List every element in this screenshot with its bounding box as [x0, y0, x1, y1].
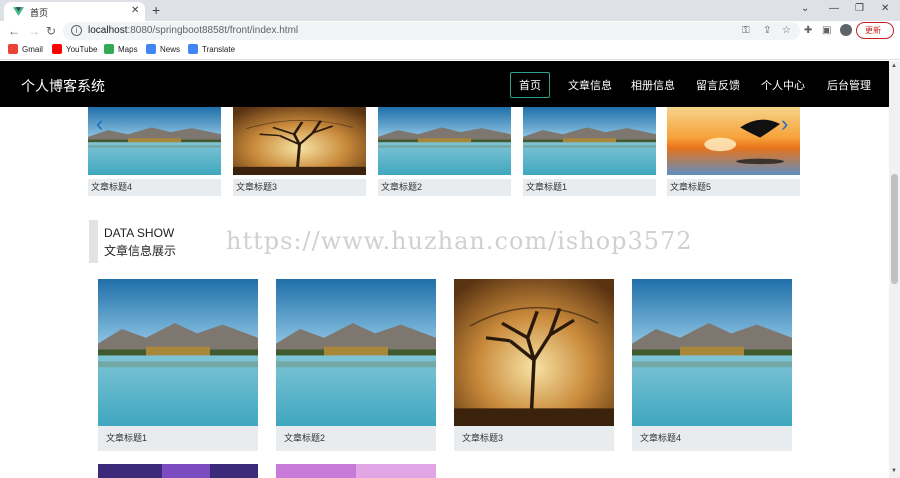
- carousel-card[interactable]: 文章标题2: [378, 107, 511, 196]
- site-info-icon[interactable]: i: [71, 25, 82, 36]
- carousel-image: [378, 107, 511, 175]
- site-header: 个人博客系统 首页 文章信息 相册信息 留言反馈 个人中心 后台管理: [0, 61, 889, 107]
- carousel-caption: 文章标题5: [667, 179, 800, 196]
- url-host: localhost: [88, 25, 128, 36]
- forward-icon[interactable]: →: [28, 24, 40, 38]
- article-caption: 文章标题3: [454, 426, 614, 451]
- browser-toolbar: ← → ↻ i localhost:8080/springboot8858t/f…: [0, 21, 900, 41]
- carousel-card[interactable]: 文章标题4: [88, 107, 221, 196]
- scroll-down-icon[interactable]: ▼: [891, 468, 897, 474]
- bookmark-label: Maps: [118, 44, 138, 54]
- carousel-card[interactable]: 文章标题3: [233, 107, 366, 196]
- section-title-zh: 文章信息展示: [104, 244, 177, 258]
- tab-title: 首页: [30, 8, 49, 18]
- gmail-icon: [8, 44, 18, 54]
- carousel-caption: 文章标题4: [88, 179, 221, 196]
- article-image: [98, 279, 258, 426]
- reload-icon[interactable]: ↻: [46, 24, 56, 38]
- section-title-en: DATA SHOW: [104, 226, 175, 240]
- carousel-card[interactable]: 文章标题1: [523, 107, 656, 196]
- bookmark-star-icon[interactable]: ☆: [782, 25, 791, 37]
- watermark-text: https://www.huzhan.com/ishop3572: [226, 227, 693, 255]
- profile-avatar[interactable]: [840, 24, 852, 36]
- key-icon[interactable]: ⚿: [742, 25, 750, 37]
- nav-home[interactable]: 首页: [510, 72, 550, 98]
- article-card[interactable]: 文章标题3: [454, 279, 614, 451]
- vue-favicon-icon: [13, 7, 24, 16]
- carousel-caption: 文章标题1: [523, 179, 656, 196]
- carousel-image: [233, 107, 366, 175]
- article-caption: 文章标题4: [632, 426, 792, 451]
- article-image-partial[interactable]: [98, 464, 258, 478]
- article-card[interactable]: 文章标题2: [276, 279, 436, 451]
- close-window-icon[interactable]: ✕: [881, 3, 889, 15]
- browser-tab[interactable]: 首页 ✕: [4, 2, 145, 21]
- bookmark-label: YouTube: [66, 44, 98, 54]
- bookmark-gmail[interactable]: Gmail: [8, 44, 43, 54]
- url-text[interactable]: localhost:8080/springboot8858t/front/ind…: [88, 25, 298, 36]
- article-image: [632, 279, 792, 426]
- page-viewport: 个人博客系统 首页 文章信息 相册信息 留言反馈 个人中心 后台管理 文章标题4…: [0, 61, 889, 478]
- scroll-up-icon[interactable]: ▲: [891, 63, 897, 69]
- news-icon: [146, 44, 156, 54]
- translate-icon: [188, 44, 198, 54]
- carousel-image: [88, 107, 221, 175]
- tab-search-icon[interactable]: ⌄: [801, 3, 809, 15]
- nav-articles[interactable]: 文章信息: [568, 77, 612, 93]
- bookmark-news[interactable]: News: [146, 44, 180, 54]
- carousel-caption: 文章标题3: [233, 179, 366, 196]
- nav-admin[interactable]: 后台管理: [827, 77, 871, 93]
- article-image-partial[interactable]: [276, 464, 436, 478]
- bookmark-maps[interactable]: Maps: [104, 44, 138, 54]
- scroll-thumb[interactable]: [891, 174, 898, 284]
- carousel-prev-icon[interactable]: ‹: [96, 113, 103, 135]
- article-caption: 文章标题1: [98, 426, 258, 451]
- carousel-image: [523, 107, 656, 175]
- bookmark-youtube[interactable]: YouTube: [52, 44, 97, 54]
- bookmarks-bar: Gmail YouTube Maps News Translate: [0, 41, 900, 60]
- page-scrollbar[interactable]: ▲ ▼: [889, 61, 900, 478]
- site-title: 个人博客系统: [21, 78, 105, 94]
- bookmark-label: Translate: [202, 44, 236, 54]
- share-icon[interactable]: ⇪: [763, 25, 771, 37]
- bookmark-label: News: [160, 44, 181, 54]
- extensions-icon[interactable]: ✚: [804, 25, 812, 37]
- tab-strip: 首页 ✕ + ⌄ — ❐ ✕: [0, 0, 900, 21]
- article-card[interactable]: 文章标题4: [632, 279, 792, 451]
- carousel-next-icon[interactable]: ›: [781, 113, 788, 135]
- nav-feedback[interactable]: 留言反馈: [696, 77, 740, 93]
- carousel-caption: 文章标题2: [378, 179, 511, 196]
- nav-profile[interactable]: 个人中心: [761, 77, 805, 93]
- maximize-icon[interactable]: ❐: [855, 3, 864, 15]
- back-icon[interactable]: ←: [8, 24, 20, 38]
- article-card[interactable]: 文章标题1: [98, 279, 258, 451]
- youtube-icon: [52, 44, 62, 54]
- address-bar[interactable]: i localhost:8080/springboot8858t/front/i…: [63, 22, 800, 40]
- update-button[interactable]: 更新: [856, 22, 894, 39]
- tab-close-icon[interactable]: ✕: [131, 5, 139, 17]
- section-accent-bar: [89, 220, 98, 263]
- new-tab-icon[interactable]: +: [152, 2, 160, 18]
- nav-albums[interactable]: 相册信息: [631, 77, 675, 93]
- article-image: [454, 279, 614, 426]
- minimize-icon[interactable]: —: [829, 3, 839, 15]
- article-image: [276, 279, 436, 426]
- article-caption: 文章标题2: [276, 426, 436, 451]
- side-panel-icon[interactable]: ▣: [822, 25, 831, 37]
- url-path: :8080/springboot8858t/front/index.html: [127, 25, 299, 36]
- bookmark-translate[interactable]: Translate: [188, 44, 235, 54]
- maps-icon: [104, 44, 114, 54]
- bookmark-label: Gmail: [22, 44, 43, 54]
